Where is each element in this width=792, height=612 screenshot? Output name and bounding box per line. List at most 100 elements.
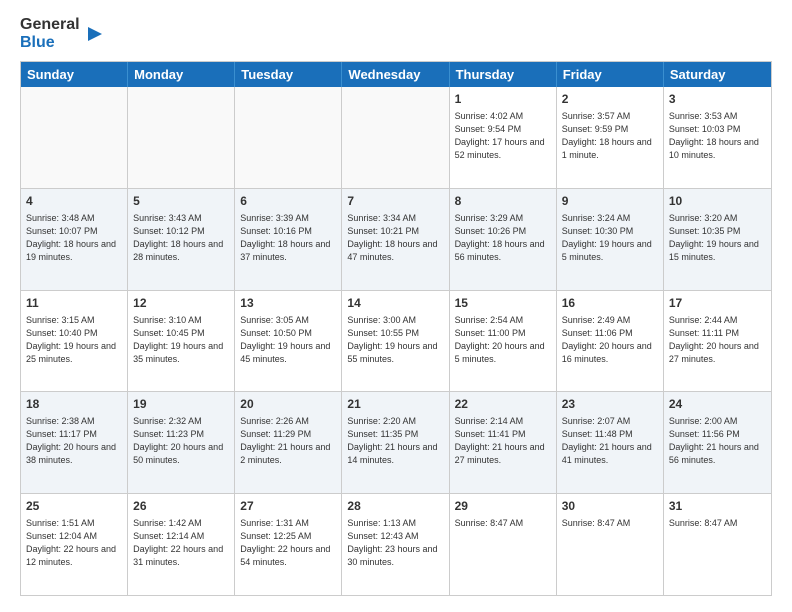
day-number: 31 — [669, 498, 766, 515]
sun-info: Sunrise: 3:43 AMSunset: 10:12 PMDaylight… — [133, 212, 229, 264]
sun-info: Sunrise: 3:05 AMSunset: 10:50 PMDaylight… — [240, 314, 336, 366]
table-row — [21, 87, 128, 188]
table-row: 31 Sunrise: 8:47 AM — [664, 494, 771, 595]
sun-info: Sunrise: 2:07 AMSunset: 11:48 PMDaylight… — [562, 415, 658, 467]
day-number: 23 — [562, 396, 658, 413]
sun-info: Sunrise: 8:47 AM — [455, 517, 551, 530]
day-number: 29 — [455, 498, 551, 515]
sun-info: Sunrise: 2:44 AMSunset: 11:11 PMDaylight… — [669, 314, 766, 366]
table-row: 14Sunrise: 3:00 AMSunset: 10:55 PMDaylig… — [342, 291, 449, 392]
logo: General Blue — [20, 16, 106, 51]
sun-info: Sunrise: 1:31 AMSunset: 12:25 AMDaylight… — [240, 517, 336, 569]
sun-info: Sunrise: 2:00 AMSunset: 11:56 PMDaylight… — [669, 415, 766, 467]
sun-info: Sunrise: 3:00 AMSunset: 10:55 PMDaylight… — [347, 314, 443, 366]
table-row: 27 Sunrise: 1:31 AMSunset: 12:25 AMDaylig… — [235, 494, 342, 595]
cal-header-thursday: Thursday — [450, 62, 557, 87]
sun-info: Sunrise: 2:54 AMSunset: 11:00 PMDaylight… — [455, 314, 551, 366]
table-row: 5 Sunrise: 3:43 AMSunset: 10:12 PMDayligh… — [128, 189, 235, 290]
day-number: 16 — [562, 295, 658, 312]
sun-info: Sunrise: 2:32 AMSunset: 11:23 PMDaylight… — [133, 415, 229, 467]
sun-info: Sunrise: 3:15 AMSunset: 10:40 PMDaylight… — [26, 314, 122, 366]
day-number: 4 — [26, 193, 122, 210]
day-number: 3 — [669, 91, 766, 108]
table-row: 12Sunrise: 3:10 AMSunset: 10:45 PMDaylig… — [128, 291, 235, 392]
day-number: 30 — [562, 498, 658, 515]
table-row: 19 Sunrise: 2:32 AMSunset: 11:23 PMDaylig… — [128, 392, 235, 493]
sun-info: Sunrise: 8:47 AM — [562, 517, 658, 530]
table-row: 6 Sunrise: 3:39 AMSunset: 10:16 PMDayligh… — [235, 189, 342, 290]
cal-header-monday: Monday — [128, 62, 235, 87]
table-row: 26 Sunrise: 1:42 AMSunset: 12:14 AMDaylig… — [128, 494, 235, 595]
sun-info: Sunrise: 3:20 AMSunset: 10:35 PMDaylight… — [669, 212, 766, 264]
cal-header-sunday: Sunday — [21, 62, 128, 87]
table-row: 21Sunrise: 2:20 AMSunset: 11:35 PMDaylig… — [342, 392, 449, 493]
day-number: 28 — [347, 498, 443, 515]
table-row: 8Sunrise: 3:29 AMSunset: 10:26 PMDayligh… — [450, 189, 557, 290]
sun-info: Sunrise: 8:47 AM — [669, 517, 766, 530]
logo-arrow-icon — [84, 23, 106, 45]
sun-info: Sunrise: 4:02 AMSunset: 9:54 PMDaylight:… — [455, 110, 551, 162]
sun-info: Sunrise: 2:49 AMSunset: 11:06 PMDaylight… — [562, 314, 658, 366]
table-row: 15 Sunrise: 2:54 AMSunset: 11:00 PMDaylig… — [450, 291, 557, 392]
day-number: 11 — [26, 295, 122, 312]
day-number: 15 — [455, 295, 551, 312]
page: General Blue SundayMondayTuesdayWednesda… — [0, 0, 792, 612]
table-row: 25 Sunrise: 1:51 AMSunset: 12:04 AMDaylig… — [21, 494, 128, 595]
table-row — [342, 87, 449, 188]
table-row — [128, 87, 235, 188]
day-number: 7 — [347, 193, 443, 210]
table-row: 18Sunrise: 2:38 AMSunset: 11:17 PMDaylig… — [21, 392, 128, 493]
logo-blue: Blue — [20, 34, 80, 52]
day-number: 18 — [26, 396, 122, 413]
table-row: 22 Sunrise: 2:14 AMSunset: 11:41 PMDaylig… — [450, 392, 557, 493]
sun-info: Sunrise: 3:24 AMSunset: 10:30 PMDaylight… — [562, 212, 658, 264]
calendar-body: 1 Sunrise: 4:02 AMSunset: 9:54 PMDaylight… — [21, 87, 771, 595]
table-row: 2Sunrise: 3:57 AMSunset: 9:59 PMDaylight… — [557, 87, 664, 188]
table-row: 1 Sunrise: 4:02 AMSunset: 9:54 PMDaylight… — [450, 87, 557, 188]
sun-info: Sunrise: 1:42 AMSunset: 12:14 AMDaylight… — [133, 517, 229, 569]
sun-info: Sunrise: 3:10 AMSunset: 10:45 PMDaylight… — [133, 314, 229, 366]
sun-info: Sunrise: 3:48 AMSunset: 10:07 PMDaylight… — [26, 212, 122, 264]
day-number: 5 — [133, 193, 229, 210]
table-row: 28 Sunrise: 1:13 AMSunset: 12:43 AMDaylig… — [342, 494, 449, 595]
sun-info: Sunrise: 1:13 AMSunset: 12:43 AMDaylight… — [347, 517, 443, 569]
table-row: 10Sunrise: 3:20 AMSunset: 10:35 PMDaylig… — [664, 189, 771, 290]
day-number: 1 — [455, 91, 551, 108]
calendar-header-row: SundayMondayTuesdayWednesdayThursdayFrid… — [21, 62, 771, 87]
cal-week-2: 4 Sunrise: 3:48 AMSunset: 10:07 PMDayligh… — [21, 188, 771, 290]
table-row: 9 Sunrise: 3:24 AMSunset: 10:30 PMDayligh… — [557, 189, 664, 290]
day-number: 6 — [240, 193, 336, 210]
cal-week-5: 25 Sunrise: 1:51 AMSunset: 12:04 AMDaylig… — [21, 493, 771, 595]
table-row: 30 Sunrise: 8:47 AM — [557, 494, 664, 595]
day-number: 25 — [26, 498, 122, 515]
cal-week-3: 11 Sunrise: 3:15 AMSunset: 10:40 PMDaylig… — [21, 290, 771, 392]
day-number: 20 — [240, 396, 336, 413]
calendar: SundayMondayTuesdayWednesdayThursdayFrid… — [20, 61, 772, 596]
cal-week-1: 1 Sunrise: 4:02 AMSunset: 9:54 PMDaylight… — [21, 87, 771, 188]
cal-header-saturday: Saturday — [664, 62, 771, 87]
sun-info: Sunrise: 1:51 AMSunset: 12:04 AMDaylight… — [26, 517, 122, 569]
day-number: 19 — [133, 396, 229, 413]
table-row: 24 Sunrise: 2:00 AMSunset: 11:56 PMDaylig… — [664, 392, 771, 493]
table-row: 3Sunrise: 3:53 AMSunset: 10:03 PMDayligh… — [664, 87, 771, 188]
sun-info: Sunrise: 2:14 AMSunset: 11:41 PMDaylight… — [455, 415, 551, 467]
day-number: 22 — [455, 396, 551, 413]
day-number: 24 — [669, 396, 766, 413]
table-row: 4 Sunrise: 3:48 AMSunset: 10:07 PMDayligh… — [21, 189, 128, 290]
sun-info: Sunrise: 3:39 AMSunset: 10:16 PMDaylight… — [240, 212, 336, 264]
sun-info: Sunrise: 2:26 AMSunset: 11:29 PMDaylight… — [240, 415, 336, 467]
day-number: 26 — [133, 498, 229, 515]
table-row: 16 Sunrise: 2:49 AMSunset: 11:06 PMDaylig… — [557, 291, 664, 392]
cal-header-tuesday: Tuesday — [235, 62, 342, 87]
table-row: 13 Sunrise: 3:05 AMSunset: 10:50 PMDaylig… — [235, 291, 342, 392]
table-row: 23 Sunrise: 2:07 AMSunset: 11:48 PMDaylig… — [557, 392, 664, 493]
day-number: 9 — [562, 193, 658, 210]
table-row: 29 Sunrise: 8:47 AM — [450, 494, 557, 595]
cal-header-wednesday: Wednesday — [342, 62, 449, 87]
sun-info: Sunrise: 3:57 AMSunset: 9:59 PMDaylight:… — [562, 110, 658, 162]
table-row: 11 Sunrise: 3:15 AMSunset: 10:40 PMDaylig… — [21, 291, 128, 392]
cal-week-4: 18Sunrise: 2:38 AMSunset: 11:17 PMDaylig… — [21, 391, 771, 493]
day-number: 27 — [240, 498, 336, 515]
day-number: 13 — [240, 295, 336, 312]
table-row: 20 Sunrise: 2:26 AMSunset: 11:29 PMDaylig… — [235, 392, 342, 493]
